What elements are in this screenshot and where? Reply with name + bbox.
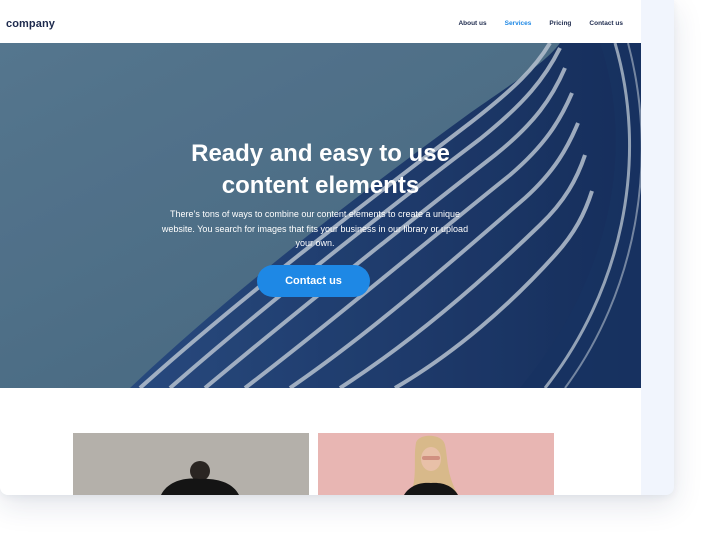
- hero-section: Ready and easy to use content elements T…: [0, 43, 641, 388]
- hero-heading-line-1: Ready and easy to use: [191, 140, 450, 167]
- hero-heading-line-2: content elements: [221, 172, 420, 199]
- gallery-image-woman[interactable]: [318, 433, 554, 495]
- nav-link-contact[interactable]: Contact us: [589, 20, 623, 27]
- photo-woman-pink-wall-icon: [318, 433, 554, 495]
- nav-link-about[interactable]: About us: [458, 20, 486, 27]
- photo-man-black-tee-icon: [73, 433, 309, 495]
- hero-heading: Ready and easy to use content elements: [0, 138, 641, 202]
- brand-logo[interactable]: company: [6, 18, 55, 30]
- gallery-image-man[interactable]: [73, 433, 309, 495]
- browser-preview-card: company About us Services Pricing Contac…: [0, 0, 674, 495]
- contact-us-button[interactable]: Contact us: [257, 265, 370, 297]
- website-page: company About us Services Pricing Contac…: [0, 0, 641, 495]
- nav-links: About us Services Pricing Contact us: [458, 20, 623, 27]
- nav-link-pricing[interactable]: Pricing: [549, 20, 571, 27]
- nav-link-services[interactable]: Services: [505, 20, 532, 27]
- hero-description: There’s tons of ways to combine our cont…: [161, 209, 469, 248]
- top-navigation: company About us Services Pricing Contac…: [0, 0, 641, 43]
